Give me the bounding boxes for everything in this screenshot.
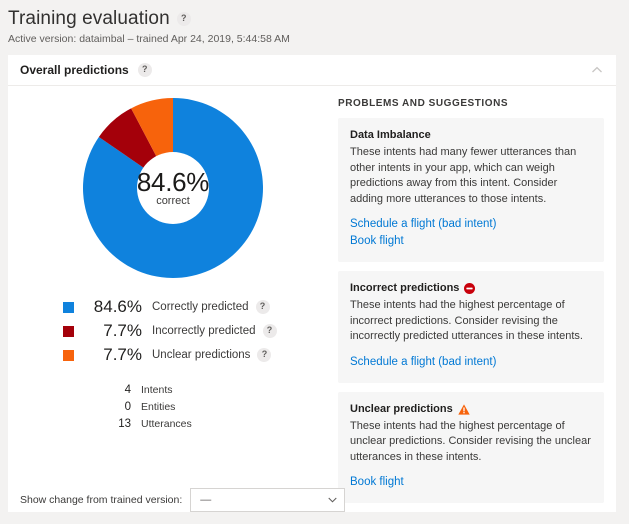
legend-item: 7.7% Incorrectly predicted ? bbox=[63, 319, 338, 343]
card-header: Unclear predictions bbox=[350, 402, 592, 417]
legend-label: Unclear predictions ? bbox=[152, 348, 271, 362]
stat-row: 4 Intents bbox=[63, 381, 338, 398]
legend-label-text: Unclear predictions bbox=[152, 349, 250, 361]
suggestion-card-incorrect-predictions: Incorrect predictions These intents had … bbox=[338, 271, 604, 383]
legend-label-text: Correctly predicted bbox=[152, 301, 249, 313]
select-value: — bbox=[200, 494, 328, 506]
legend-swatch-incorrect bbox=[63, 326, 74, 337]
card-header: Data Imbalance bbox=[350, 128, 592, 143]
card-description: These intents had the highest percentage… bbox=[350, 298, 592, 345]
problems-section-title: PROBLEMS AND SUGGESTIONS bbox=[338, 98, 604, 109]
show-change-label: Show change from trained version: bbox=[20, 494, 182, 506]
legend-percent: 7.7% bbox=[74, 345, 152, 365]
card-description: These intents had many fewer utterances … bbox=[350, 145, 592, 207]
stat-value: 0 bbox=[63, 401, 141, 413]
legend-swatch-unclear bbox=[63, 350, 74, 361]
stat-row: 13 Utterances bbox=[63, 415, 338, 432]
card-description: These intents had the highest percentage… bbox=[350, 419, 592, 466]
card-link-intent[interactable]: Schedule a flight (bad intent) bbox=[350, 216, 592, 233]
card-header: Incorrect predictions bbox=[350, 281, 592, 296]
legend-item: 84.6% Correctly predicted ? bbox=[63, 295, 338, 319]
active-version-subtitle: Active version: dataimbal – trained Apr … bbox=[8, 33, 629, 46]
stats-list: 4 Intents 0 Entities 13 Utterances bbox=[8, 381, 338, 432]
stat-label: Intents bbox=[141, 384, 173, 396]
legend-percent: 7.7% bbox=[74, 321, 152, 341]
legend-swatch-correct bbox=[63, 302, 74, 313]
error-icon bbox=[464, 283, 475, 294]
legend-label: Correctly predicted ? bbox=[152, 300, 270, 314]
chart-column: 84.6% correct 84.6% Correctly predicted … bbox=[8, 86, 338, 511]
card-link-intent[interactable]: Schedule a flight (bad intent) bbox=[350, 354, 592, 371]
chevron-up-icon[interactable] bbox=[590, 63, 604, 77]
donut-chart: 84.6% correct bbox=[83, 98, 263, 278]
card-link-intent[interactable]: Book flight bbox=[350, 233, 592, 250]
overall-predictions-panel: Overall predictions ? 84.6% correct bbox=[8, 55, 616, 512]
chevron-down-icon bbox=[328, 497, 337, 503]
stat-row: 0 Entities bbox=[63, 398, 338, 415]
page-title: Training evaluation bbox=[8, 8, 170, 30]
legend-label: Incorrectly predicted ? bbox=[152, 324, 277, 338]
stat-value: 13 bbox=[63, 418, 141, 430]
card-title: Unclear predictions bbox=[350, 402, 453, 417]
legend-item: 7.7% Unclear predictions ? bbox=[63, 343, 338, 367]
title-row: Training evaluation ? bbox=[8, 8, 629, 30]
stat-label: Entities bbox=[141, 401, 175, 413]
help-icon[interactable]: ? bbox=[256, 300, 270, 314]
help-icon[interactable]: ? bbox=[263, 324, 277, 338]
warning-icon bbox=[458, 404, 470, 415]
footer-bar: Show change from trained version: — bbox=[8, 487, 616, 512]
help-icon[interactable]: ? bbox=[177, 12, 191, 26]
chart-legend: 84.6% Correctly predicted ? 7.7% Incorre… bbox=[8, 295, 338, 367]
stat-value: 4 bbox=[63, 384, 141, 396]
help-icon[interactable]: ? bbox=[257, 348, 271, 362]
problems-and-suggestions-column: PROBLEMS AND SUGGESTIONS Data Imbalance … bbox=[338, 86, 616, 511]
legend-label-text: Incorrectly predicted bbox=[152, 325, 256, 337]
donut-svg bbox=[83, 98, 263, 278]
card-title: Data Imbalance bbox=[350, 128, 431, 143]
page-header: Training evaluation ? Active version: da… bbox=[0, 0, 629, 47]
panel-header: Overall predictions ? bbox=[8, 55, 616, 86]
trained-version-select[interactable]: — bbox=[190, 488, 345, 512]
panel-body: 84.6% correct 84.6% Correctly predicted … bbox=[8, 86, 616, 511]
suggestion-card-data-imbalance: Data Imbalance These intents had many fe… bbox=[338, 118, 604, 262]
stat-label: Utterances bbox=[141, 418, 192, 430]
panel-title: Overall predictions bbox=[20, 63, 129, 77]
help-icon[interactable]: ? bbox=[138, 63, 152, 77]
card-title: Incorrect predictions bbox=[350, 281, 459, 296]
legend-percent: 84.6% bbox=[74, 297, 152, 317]
donut-chart-wrapper: 84.6% correct bbox=[8, 98, 338, 278]
